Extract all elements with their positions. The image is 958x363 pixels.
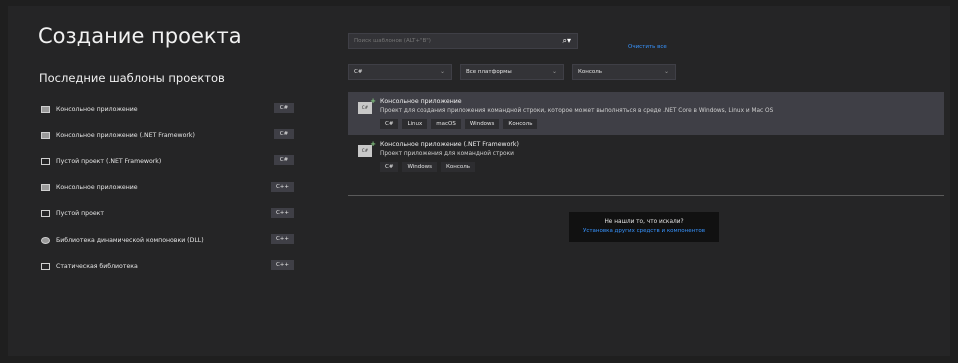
template-tags: C# Windows Консоль	[380, 162, 938, 172]
template-tag: Linux	[402, 119, 428, 129]
console-app-icon: C# +	[358, 141, 376, 157]
recent-item-empty-cpp[interactable]: Пустой проект C++	[38, 201, 294, 227]
console-app-icon	[41, 131, 50, 139]
platform-filter-value: Все платформы	[466, 69, 512, 75]
recent-item-console-netfx[interactable]: Консольное приложение (.NET Framework) C…	[38, 122, 294, 148]
template-tag: Windows	[402, 162, 438, 172]
clear-all-link[interactable]: Очистить все	[628, 44, 667, 50]
console-app-icon: C# +	[358, 98, 376, 114]
template-tag: macOS	[431, 119, 461, 129]
dll-icon	[41, 236, 50, 244]
console-app-icon	[41, 105, 50, 113]
recent-templates-list: Консольное приложение C# Консольное прил…	[38, 96, 294, 279]
install-more-tools-link[interactable]: Установка других средств и компонентов	[569, 228, 719, 234]
project-type-filter[interactable]: Консоль ⌄	[572, 64, 676, 80]
language-badge: C++	[270, 181, 294, 192]
language-filter[interactable]: C# ⌄	[348, 64, 452, 80]
language-badge: C++	[270, 233, 294, 244]
recent-item-label: Консольное приложение	[56, 105, 138, 113]
chevron-down-icon: ⌄	[551, 68, 557, 75]
recent-templates-header: Последние шаблоны проектов	[39, 71, 225, 85]
static-library-icon	[41, 262, 50, 270]
template-tag: C#	[380, 119, 399, 129]
recent-item-dll[interactable]: Библиотека динамической компоновки (DLL)…	[38, 227, 294, 253]
recent-item-console-cpp[interactable]: Консольное приложение C++	[38, 175, 294, 201]
language-filter-value: C#	[354, 69, 363, 75]
page-title: Создание проекта	[38, 24, 242, 48]
not-found-question: Не нашли то, что искали?	[604, 219, 684, 225]
template-name: Консольное приложение	[380, 98, 462, 105]
template-search-box[interactable]: ⌕▾	[348, 33, 578, 49]
chevron-down-icon: ⌄	[663, 68, 669, 75]
recent-item-empty-netfx[interactable]: Пустой проект (.NET Framework) C#	[38, 148, 294, 174]
recent-item-label: Пустой проект (.NET Framework)	[56, 157, 162, 165]
language-badge: C++	[270, 207, 294, 218]
template-item-console-app-netfx[interactable]: C# + Консольное приложение (.NET Framewo…	[348, 135, 944, 178]
template-description: Проект для создания приложения командной…	[380, 108, 774, 114]
recent-item-label: Библиотека динамической компоновки (DLL)	[56, 236, 204, 244]
recent-item-label: Пустой проект	[56, 210, 105, 218]
recent-item-console-csharp[interactable]: Консольное приложение C#	[38, 96, 294, 122]
template-tags: C# Linux macOS Windows Консоль	[380, 119, 938, 129]
search-input[interactable]	[349, 38, 549, 44]
recent-item-label: Консольное приложение	[56, 184, 138, 192]
chevron-down-icon: ⌄	[439, 68, 445, 75]
template-list: C# + Консольное приложение Проект для со…	[348, 92, 944, 178]
language-badge: C#	[274, 129, 294, 140]
template-description: Проект приложения для командной строки	[380, 151, 514, 157]
search-icon[interactable]: ⌕▾	[563, 36, 572, 46]
language-badge: C#	[274, 155, 294, 166]
template-tag: Консоль	[441, 162, 476, 172]
language-badge: C#	[274, 103, 294, 113]
recent-item-label: Консольное приложение (.NET Framework)	[56, 131, 195, 139]
template-tag: Консоль	[503, 119, 538, 129]
template-tag: Windows	[464, 119, 500, 129]
empty-project-icon	[41, 210, 50, 218]
not-found-panel: Не нашли то, что искали? Установка други…	[569, 212, 719, 242]
create-project-dialog: Создание проекта Последние шаблоны проек…	[8, 6, 950, 356]
language-badge: C++	[270, 260, 294, 271]
project-type-filter-value: Консоль	[578, 69, 603, 75]
console-app-icon	[41, 184, 50, 192]
template-icon-text: C#	[361, 105, 369, 110]
template-item-console-app[interactable]: C# + Консольное приложение Проект для со…	[348, 92, 944, 135]
platform-filter[interactable]: Все платформы ⌄	[460, 64, 564, 80]
template-name: Консольное приложение (.NET Framework)	[380, 141, 519, 148]
empty-project-icon	[41, 157, 50, 165]
template-icon-text: C#	[361, 148, 369, 153]
template-tag: C#	[380, 162, 399, 172]
divider	[348, 195, 944, 196]
recent-item-label: Статическая библиотека	[56, 262, 138, 270]
recent-item-static-lib[interactable]: Статическая библиотека C++	[38, 253, 294, 279]
